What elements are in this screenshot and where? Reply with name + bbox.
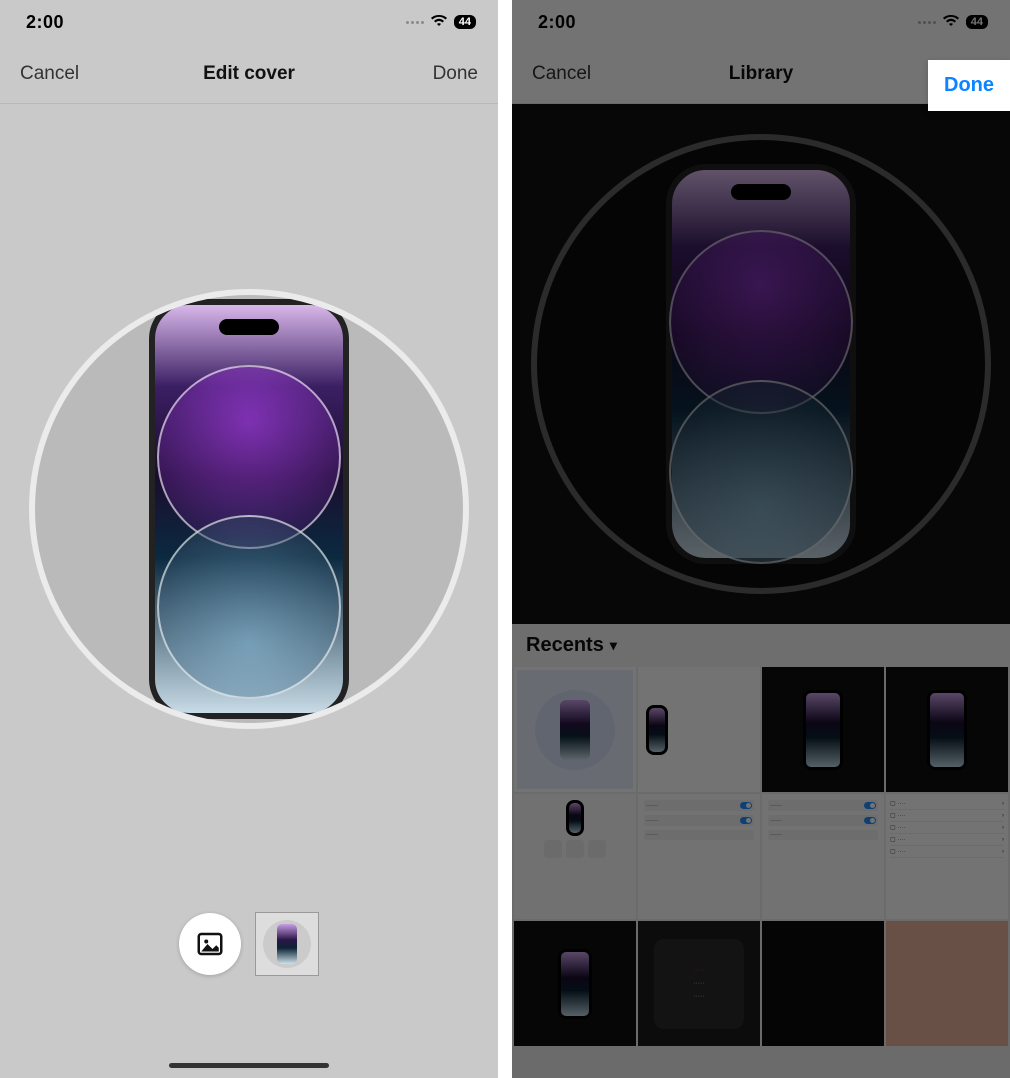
album-selector[interactable]: Recents ▾	[512, 624, 1010, 667]
photo-grid: ······ ······ ······ ······ ······ ·····…	[512, 667, 1010, 1078]
clock: 2:00	[26, 12, 64, 33]
status-icons: 44	[918, 12, 988, 33]
cover-image[interactable]	[149, 299, 349, 719]
nav-bar: Cancel Edit cover Done	[0, 44, 498, 104]
library-picker-screen: 2:00 44 Cancel Library Done Recents ▾	[512, 0, 1010, 1078]
cover-source-tray	[0, 884, 498, 1004]
home-indicator[interactable]	[169, 1063, 329, 1068]
cancel-button[interactable]: Cancel	[20, 63, 79, 85]
photo-thumbnail[interactable]: ▢ ····› ▢ ····› ▢ ····› ▢ ····› ▢ ····›	[886, 794, 1008, 919]
status-icons: 44	[406, 12, 476, 33]
photo-thumbnail[interactable]	[514, 921, 636, 1046]
photo-thumbnail[interactable]: ····· ····· ·····	[638, 921, 760, 1046]
wifi-icon	[942, 12, 960, 33]
cover-crop-area[interactable]	[0, 104, 498, 884]
photo-thumbnail[interactable]: ······ ······ ······	[762, 794, 884, 919]
image-icon	[195, 929, 225, 959]
clock: 2:00	[538, 12, 576, 33]
crop-mask-circle	[29, 289, 469, 729]
status-bar: 2:00 44	[512, 0, 1010, 44]
battery-icon: 44	[454, 15, 476, 29]
selection-preview[interactable]	[512, 104, 1010, 624]
battery-icon: 44	[966, 15, 988, 29]
done-button[interactable]: Done	[433, 63, 478, 85]
photo-thumbnail[interactable]	[514, 794, 636, 919]
photo-thumbnail[interactable]: ······ ······ ······	[638, 794, 760, 919]
album-label: Recents	[526, 634, 604, 657]
cellular-dots-icon	[918, 21, 936, 24]
crop-mask-circle	[531, 134, 991, 594]
edit-cover-screen: 2:00 44 Cancel Edit cover Done	[0, 0, 498, 1078]
photo-thumbnail[interactable]	[638, 667, 760, 792]
wifi-icon	[430, 12, 448, 33]
preview-image	[666, 164, 856, 564]
photo-thumbnail[interactable]	[886, 921, 1008, 1046]
photo-thumbnail[interactable]	[762, 667, 884, 792]
photo-library-button[interactable]	[179, 913, 241, 975]
photo-thumbnail[interactable]	[514, 667, 636, 792]
cancel-button[interactable]: Cancel	[532, 63, 591, 85]
photo-thumbnail[interactable]	[886, 667, 1008, 792]
status-bar: 2:00 44	[0, 0, 498, 44]
done-button-highlight[interactable]: Done	[928, 60, 1010, 111]
chevron-down-icon: ▾	[610, 637, 617, 654]
photo-thumbnail[interactable]	[762, 921, 884, 1046]
cellular-dots-icon	[406, 21, 424, 24]
cover-thumbnail[interactable]	[255, 912, 319, 976]
library-content: Recents ▾	[512, 104, 1010, 1078]
